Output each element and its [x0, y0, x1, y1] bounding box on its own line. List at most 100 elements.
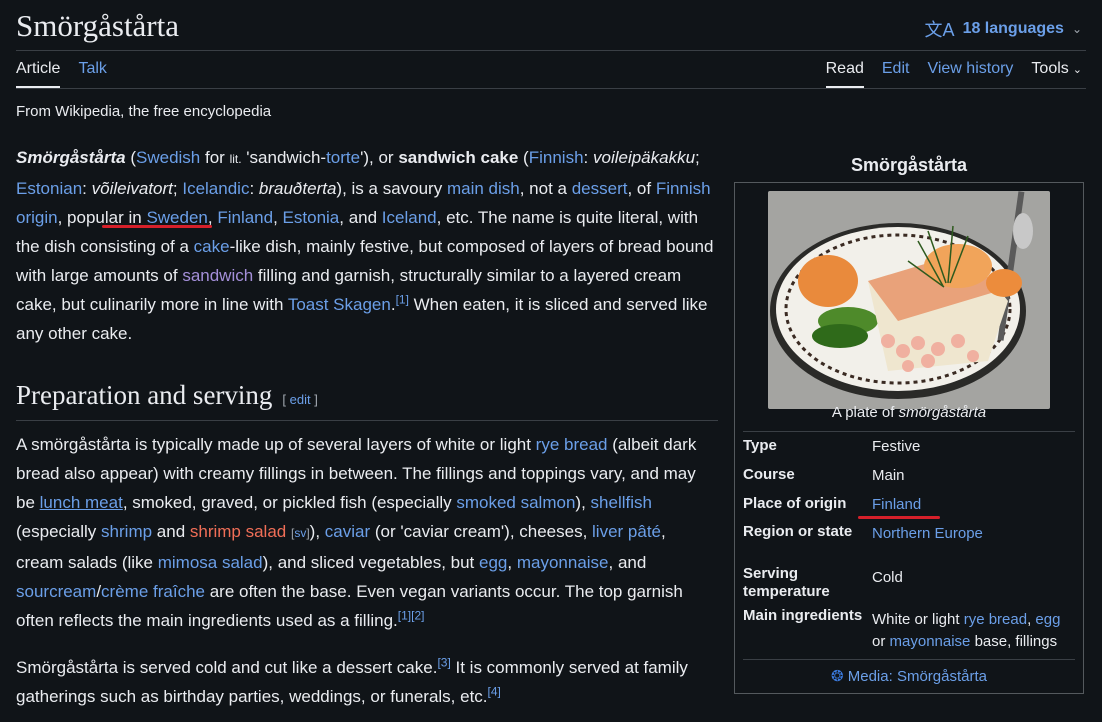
languages-button[interactable]: 文A 18 languages ⌄	[925, 16, 1082, 42]
ref-1[interactable]: [1]	[396, 292, 409, 306]
image-caption: A plate of smörgåstårta	[735, 404, 1083, 421]
row-label: Serving temperature	[743, 565, 830, 600]
link-estonian[interactable]: Estonian	[16, 179, 82, 198]
link-lunch-meat[interactable]: lunch meat	[40, 493, 123, 512]
row-value: Cold	[872, 569, 903, 586]
smorgastarta-photo-image	[768, 191, 1050, 409]
tagline: From Wikipedia, the free encyclopedia	[16, 103, 272, 120]
chevron-down-icon: ⌄	[1072, 64, 1082, 76]
link-creme-fraiche[interactable]: crème fraîche	[101, 582, 205, 601]
text: ),	[575, 493, 591, 512]
infobox-row-region: Region or state Northern Europe	[743, 523, 1073, 559]
text: (or 'caviar cream'), cheeses,	[370, 522, 593, 541]
row-label: Region or state	[743, 523, 853, 540]
link-northern-europe[interactable]: Northern Europe	[872, 523, 1077, 545]
text: or	[872, 633, 890, 650]
annotation-underline-finland	[858, 516, 940, 519]
ref-2[interactable]: [2]	[411, 608, 424, 622]
link-smoked-salmon[interactable]: smoked salmon	[456, 493, 575, 512]
link-dessert[interactable]: dessert	[572, 179, 628, 198]
tools-label: Tools	[1031, 60, 1069, 77]
infobox: A plate of smörgåstårta Type Festive Cou…	[734, 182, 1084, 694]
namespace-tabs: Article Talk	[16, 60, 107, 88]
link-mayonnaise[interactable]: mayonnaise	[890, 633, 971, 650]
languages-label: 18 languages	[962, 20, 1064, 37]
link-swedish[interactable]: Swedish	[136, 148, 200, 167]
tools-menu[interactable]: Tools ⌄	[1031, 60, 1082, 88]
interlang-sv[interactable]: [sv]	[291, 526, 310, 540]
link-sv[interactable]: sv	[294, 526, 306, 540]
tab-view-history[interactable]: View history	[927, 60, 1013, 88]
section-edit-link[interactable]: [ edit ]	[282, 392, 317, 407]
page-title: Smörgåstårta	[16, 8, 180, 43]
text: , and	[608, 553, 647, 572]
row-value: Festive	[872, 438, 921, 455]
infobox-divider	[743, 431, 1075, 432]
ref-3[interactable]: [3]	[437, 655, 450, 669]
link-liver-pate[interactable]: liver pâté	[592, 522, 661, 541]
serving-paragraph: Smörgåstårta is served cold and cut like…	[16, 653, 716, 711]
text: , not a	[519, 179, 572, 198]
commons-icon: ❂	[831, 668, 844, 685]
link-rye-bread[interactable]: rye bread	[964, 611, 1027, 628]
row-label: Type	[743, 437, 777, 454]
ref-4[interactable]: [4]	[488, 684, 501, 698]
edit-link[interactable]: edit	[290, 392, 311, 407]
link-finland[interactable]: Finland	[217, 208, 273, 227]
row-value: Main	[872, 467, 905, 484]
title-divider	[16, 50, 1086, 51]
link-shrimp-salad[interactable]: shrimp salad	[190, 522, 286, 541]
row-value: White or light rye bread, egg or mayonnai…	[872, 609, 1077, 653]
link-cake[interactable]: cake	[194, 237, 230, 256]
text: ), is a savoury	[336, 179, 447, 198]
estonian-name: võileivatort	[91, 179, 173, 198]
tab-read[interactable]: Read	[825, 60, 864, 88]
text: for	[200, 148, 230, 167]
link-shellfish[interactable]: shellfish	[591, 493, 652, 512]
text: , and	[339, 208, 382, 227]
finnish-name: voileipäkakku	[592, 148, 696, 167]
link-main-dish[interactable]: main dish	[447, 179, 520, 198]
text: , of	[627, 179, 656, 198]
link-mayonnaise[interactable]: mayonnaise	[517, 553, 609, 572]
link-caviar[interactable]: caviar	[325, 522, 370, 541]
dish-photo[interactable]	[768, 191, 1050, 409]
media-link[interactable]: Media: Smörgåstårta	[848, 668, 987, 685]
link-rye-bread[interactable]: rye bread	[536, 435, 608, 454]
text: ,	[507, 553, 517, 572]
infobox-row-temperature: Serving temperature Cold	[743, 565, 1073, 601]
link-egg[interactable]: egg	[1035, 611, 1060, 628]
link-finland[interactable]: Finland	[872, 494, 1077, 516]
text: and	[152, 522, 190, 541]
term-bold: Smörgåstårta	[16, 148, 126, 167]
link-sandwich[interactable]: sandwich	[182, 266, 253, 285]
lit-abbr: lit.	[229, 152, 242, 166]
commons-media-link[interactable]: ❂ Media: Smörgåstårta	[735, 667, 1083, 685]
link-torte[interactable]: torte	[326, 148, 360, 167]
link-egg[interactable]: egg	[479, 553, 507, 572]
link-estonia[interactable]: Estonia	[283, 208, 340, 227]
link-mimosa-salad[interactable]: mimosa salad	[158, 553, 263, 572]
link-sourcream[interactable]: sourcream	[16, 582, 96, 601]
link-iceland[interactable]: Iceland	[382, 208, 437, 227]
text: base, fillings	[970, 633, 1058, 650]
link-finnish[interactable]: Finnish	[529, 148, 584, 167]
icelandic-name: brauðterta	[258, 179, 337, 198]
chevron-down-icon: ⌄	[1071, 22, 1082, 36]
tab-talk[interactable]: Talk	[78, 60, 106, 88]
text: , smoked, graved, or pickled fish (espec…	[122, 493, 457, 512]
row-label: Course	[743, 466, 795, 483]
infobox-divider	[743, 659, 1075, 660]
tab-article[interactable]: Article	[16, 60, 61, 88]
ref-1[interactable]: [1]	[398, 608, 411, 622]
link-shrimp[interactable]: shrimp	[101, 522, 152, 541]
tab-edit[interactable]: Edit	[882, 60, 910, 88]
lead-paragraph: Smörgåstårta (Swedish for lit. 'sandwich…	[16, 148, 714, 343]
caption-term: smörgåstårta	[898, 404, 987, 421]
infobox-row-course: Course Main	[743, 465, 1073, 487]
link-toast-skagen[interactable]: Toast Skagen	[288, 295, 391, 314]
annotation-underline-origin	[102, 225, 212, 228]
section-heading: Preparation and serving [ edit ]	[16, 380, 716, 411]
text: A smörgåstårta is typically made up of s…	[16, 435, 536, 454]
link-icelandic[interactable]: Icelandic	[182, 179, 249, 198]
